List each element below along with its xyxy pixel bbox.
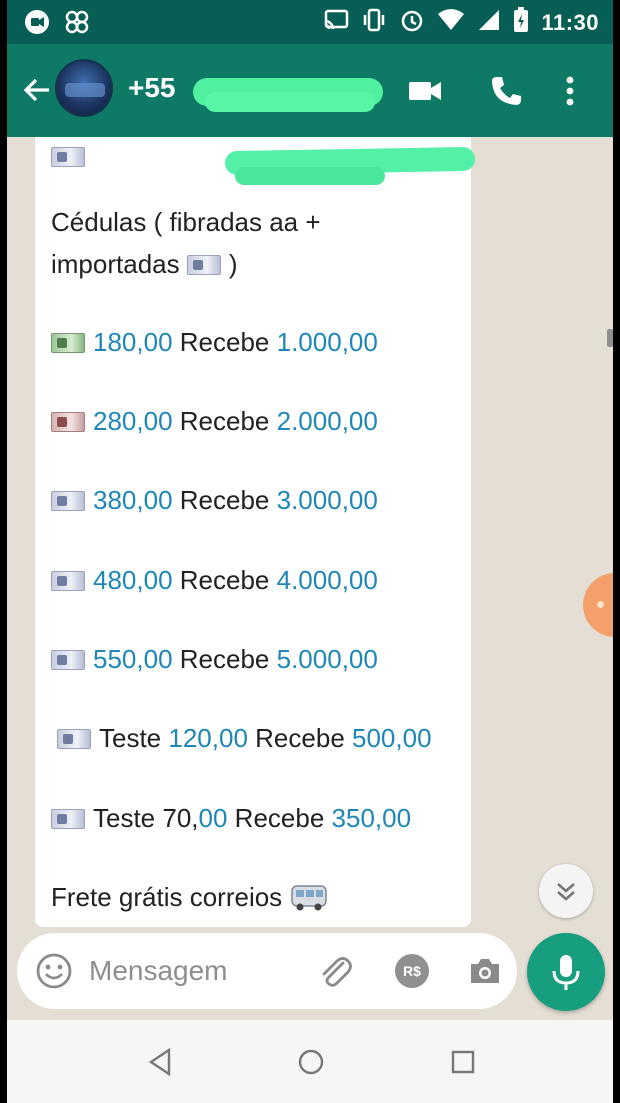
attach-clip-icon[interactable] [315,951,355,991]
voice-record-button[interactable] [527,933,605,1011]
bill-emoji [51,141,93,172]
signal-icon [477,8,501,37]
offer-line: 180,00 Recebe 1.000,00 [51,327,378,358]
emoji-icon[interactable] [35,952,73,990]
microphone-icon [527,955,605,1015]
nav-back-icon[interactable] [145,1046,177,1078]
scroll-indicator [607,329,613,347]
offer-line: 480,00 Recebe 4.000,00 [51,565,378,596]
message-composer[interactable]: Mensagem R$ [17,933,517,1009]
vibrate-icon [361,7,387,38]
system-nav-bar [7,1020,613,1103]
chat-area[interactable]: Cédulas ( fibradas aa + importadas ) 180… [7,137,613,1020]
nav-recents-icon[interactable] [447,1046,479,1078]
battery-charging-icon [513,7,529,38]
avatar[interactable] [55,59,113,117]
whatsapp-chat-screen: 11:30 +55 Cédulas ( fibradas aa + import… [7,0,613,1103]
floating-bubble[interactable] [583,573,613,637]
nav-home-icon[interactable] [295,1046,327,1078]
teste-line: Teste 70,00 Recebe 350,00 [51,803,411,834]
contact-name[interactable]: +55 [128,72,176,104]
frete-line: Frete grátis correios [51,882,328,913]
message-intro-line1: Cédulas ( fibradas aa + [51,207,321,237]
double-chevron-down-icon [539,883,593,922]
cast-icon [323,9,349,36]
phone-icon[interactable] [489,74,525,108]
back-arrow-icon[interactable] [21,74,53,106]
redaction-mark [235,167,385,185]
fan-icon [63,8,91,41]
message-input[interactable]: Mensagem [89,955,228,987]
redaction-mark [205,92,375,112]
offer-line: 380,00 Recebe 3.000,00 [51,485,378,516]
message-bubble[interactable]: Cédulas ( fibradas aa + importadas ) 180… [35,137,476,927]
offer-line: 280,00 Recebe 2.000,00 [51,406,378,437]
teste-line: Teste 120,00 Recebe 500,00 [57,723,432,754]
status-bar: 11:30 [7,0,613,44]
alarm-icon [399,7,425,38]
more-vert-icon[interactable] [559,74,581,108]
payment-button[interactable]: R$ [395,954,429,988]
video-call-icon[interactable] [407,74,443,108]
camera-icon[interactable] [467,953,503,989]
chat-header: +55 [7,44,613,137]
bus-icon [290,882,328,912]
clock: 11:30 [541,9,599,35]
scroll-to-bottom-button[interactable] [539,864,593,918]
whatsapp-notification-icon [23,8,51,41]
offer-line: 550,00 Recebe 5.000,00 [51,644,378,675]
wifi-icon [437,8,465,37]
message-intro-line2: importadas ) [51,249,238,279]
